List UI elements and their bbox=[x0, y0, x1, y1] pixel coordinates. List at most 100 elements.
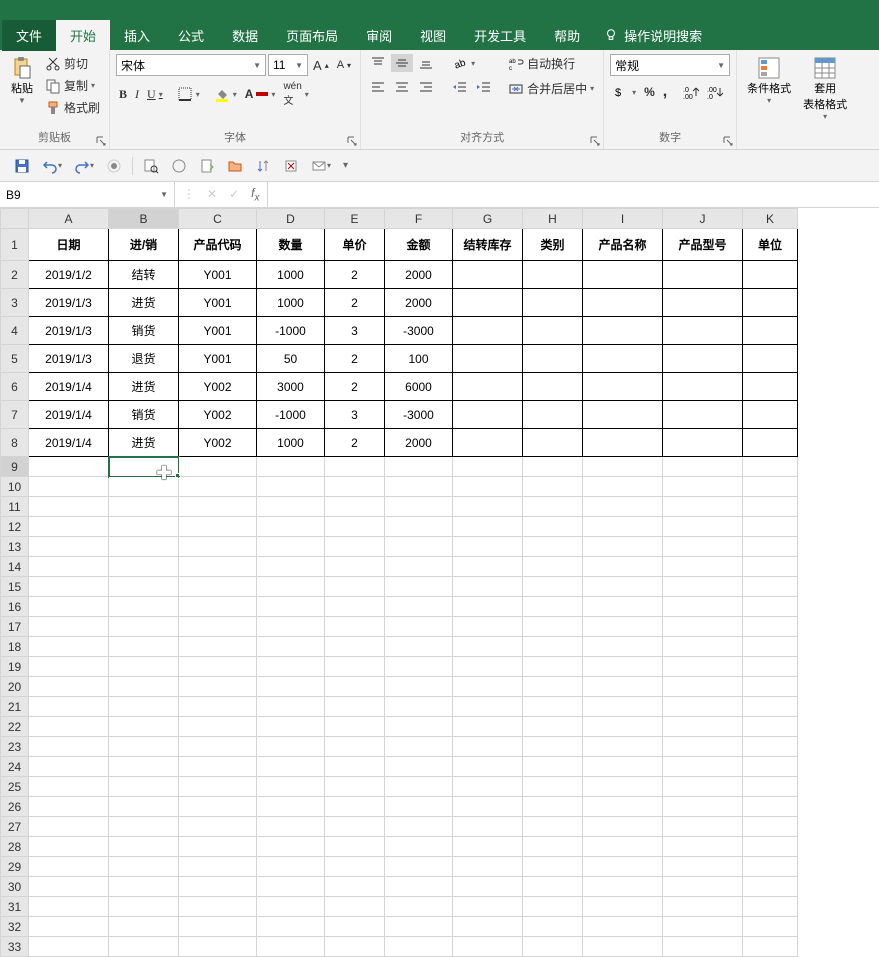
open-button[interactable] bbox=[225, 156, 245, 176]
cell-C23[interactable] bbox=[179, 737, 257, 757]
cell-C3[interactable]: Y001 bbox=[179, 289, 257, 317]
cell-D9[interactable] bbox=[257, 457, 325, 477]
cell-D20[interactable] bbox=[257, 677, 325, 697]
cell-I24[interactable] bbox=[583, 757, 663, 777]
cell-A7[interactable]: 2019/1/4 bbox=[29, 401, 109, 429]
cell-I20[interactable] bbox=[583, 677, 663, 697]
tab-pagelayout[interactable]: 页面布局 bbox=[272, 20, 352, 51]
cell-C7[interactable]: Y002 bbox=[179, 401, 257, 429]
cell-I28[interactable] bbox=[583, 837, 663, 857]
insert-function-button[interactable]: fx bbox=[251, 186, 259, 203]
row-header-10[interactable]: 10 bbox=[1, 477, 29, 497]
cell-K5[interactable] bbox=[743, 345, 798, 373]
cell-C26[interactable] bbox=[179, 797, 257, 817]
cell-B14[interactable] bbox=[109, 557, 179, 577]
cell-K3[interactable] bbox=[743, 289, 798, 317]
cell-D6[interactable]: 3000 bbox=[257, 373, 325, 401]
cell-B30[interactable] bbox=[109, 877, 179, 897]
cell-E24[interactable] bbox=[325, 757, 385, 777]
cell-J16[interactable] bbox=[663, 597, 743, 617]
italic-button[interactable]: I bbox=[132, 86, 142, 103]
cell-K2[interactable] bbox=[743, 261, 798, 289]
cell-A19[interactable] bbox=[29, 657, 109, 677]
cell-F21[interactable] bbox=[385, 697, 453, 717]
cell-C17[interactable] bbox=[179, 617, 257, 637]
cell-H25[interactable] bbox=[523, 777, 583, 797]
cell-B32[interactable] bbox=[109, 917, 179, 937]
cell-D4[interactable]: -1000 bbox=[257, 317, 325, 345]
cell-B28[interactable] bbox=[109, 837, 179, 857]
cell-A15[interactable] bbox=[29, 577, 109, 597]
cell-B3[interactable]: 进货 bbox=[109, 289, 179, 317]
new-button[interactable] bbox=[197, 156, 217, 176]
cell-E14[interactable] bbox=[325, 557, 385, 577]
cell-G22[interactable] bbox=[453, 717, 523, 737]
cell-C19[interactable] bbox=[179, 657, 257, 677]
row-header-6[interactable]: 6 bbox=[1, 373, 29, 401]
cell-H24[interactable] bbox=[523, 757, 583, 777]
cell-E11[interactable] bbox=[325, 497, 385, 517]
cell-B5[interactable]: 退货 bbox=[109, 345, 179, 373]
tab-developer[interactable]: 开发工具 bbox=[460, 20, 540, 51]
cell-C11[interactable] bbox=[179, 497, 257, 517]
cell-G12[interactable] bbox=[453, 517, 523, 537]
cell-I19[interactable] bbox=[583, 657, 663, 677]
decrease-font-button[interactable]: A▾ bbox=[334, 58, 354, 72]
cell-E1[interactable]: 单价 bbox=[325, 229, 385, 261]
cell-I13[interactable] bbox=[583, 537, 663, 557]
cell-H23[interactable] bbox=[523, 737, 583, 757]
cell-G23[interactable] bbox=[453, 737, 523, 757]
cell-D22[interactable] bbox=[257, 717, 325, 737]
phonetic-button[interactable]: wén文▾ bbox=[280, 80, 311, 108]
format-as-table-button[interactable]: 套用 表格格式 ▾ bbox=[799, 54, 851, 123]
col-header-I[interactable]: I bbox=[583, 209, 663, 229]
col-header-K[interactable]: K bbox=[743, 209, 798, 229]
row-header-4[interactable]: 4 bbox=[1, 317, 29, 345]
touch-mode-button[interactable] bbox=[104, 156, 124, 176]
cell-B33[interactable] bbox=[109, 937, 179, 957]
cell-F18[interactable] bbox=[385, 637, 453, 657]
cell-A28[interactable] bbox=[29, 837, 109, 857]
cell-H14[interactable] bbox=[523, 557, 583, 577]
cell-F23[interactable] bbox=[385, 737, 453, 757]
cell-K11[interactable] bbox=[743, 497, 798, 517]
cell-K31[interactable] bbox=[743, 897, 798, 917]
cell-J27[interactable] bbox=[663, 817, 743, 837]
cell-G15[interactable] bbox=[453, 577, 523, 597]
row-header-25[interactable]: 25 bbox=[1, 777, 29, 797]
cell-K27[interactable] bbox=[743, 817, 798, 837]
cell-F30[interactable] bbox=[385, 877, 453, 897]
row-header-1[interactable]: 1 bbox=[1, 229, 29, 261]
row-header-18[interactable]: 18 bbox=[1, 637, 29, 657]
cell-J28[interactable] bbox=[663, 837, 743, 857]
cell-G20[interactable] bbox=[453, 677, 523, 697]
cell-J8[interactable] bbox=[663, 429, 743, 457]
align-center-button[interactable] bbox=[391, 78, 413, 96]
cell-D11[interactable] bbox=[257, 497, 325, 517]
cell-I16[interactable] bbox=[583, 597, 663, 617]
cell-J23[interactable] bbox=[663, 737, 743, 757]
name-box[interactable]: B9 ▼ bbox=[0, 182, 175, 207]
cell-D17[interactable] bbox=[257, 617, 325, 637]
cell-B21[interactable] bbox=[109, 697, 179, 717]
row-header-3[interactable]: 3 bbox=[1, 289, 29, 317]
cell-D28[interactable] bbox=[257, 837, 325, 857]
cell-H29[interactable] bbox=[523, 857, 583, 877]
cell-J21[interactable] bbox=[663, 697, 743, 717]
cell-K19[interactable] bbox=[743, 657, 798, 677]
cell-F4[interactable]: -3000 bbox=[385, 317, 453, 345]
cell-I17[interactable] bbox=[583, 617, 663, 637]
conditional-format-button[interactable]: 条件格式 ▾ bbox=[743, 54, 795, 107]
cell-B15[interactable] bbox=[109, 577, 179, 597]
cell-A25[interactable] bbox=[29, 777, 109, 797]
customize-qat-button[interactable]: ▾ bbox=[341, 158, 350, 173]
cell-I9[interactable] bbox=[583, 457, 663, 477]
cell-H16[interactable] bbox=[523, 597, 583, 617]
cell-G25[interactable] bbox=[453, 777, 523, 797]
cell-F22[interactable] bbox=[385, 717, 453, 737]
row-header-8[interactable]: 8 bbox=[1, 429, 29, 457]
cell-G2[interactable] bbox=[453, 261, 523, 289]
cell-C20[interactable] bbox=[179, 677, 257, 697]
cell-B18[interactable] bbox=[109, 637, 179, 657]
cell-K4[interactable] bbox=[743, 317, 798, 345]
